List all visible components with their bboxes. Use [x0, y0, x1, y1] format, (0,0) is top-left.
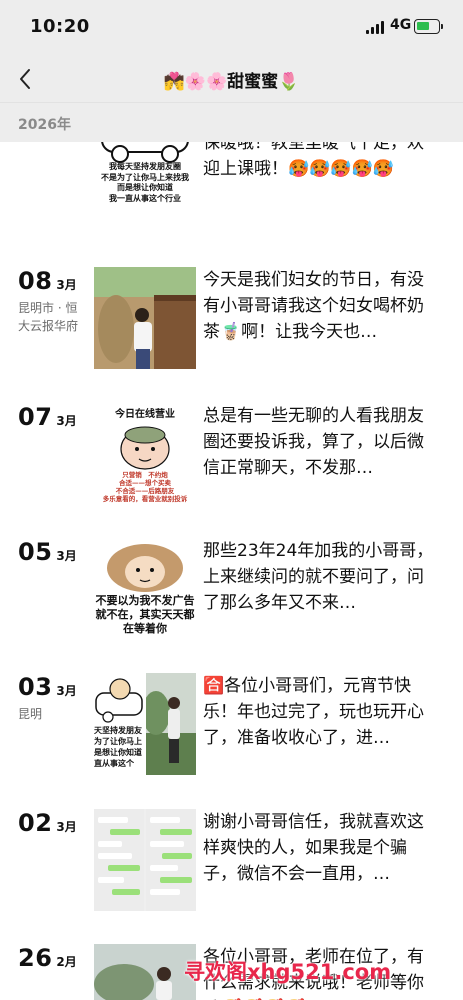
post-month: 3月	[56, 414, 77, 428]
outdoor-photo	[94, 944, 196, 1000]
car-meme-image	[95, 678, 143, 723]
post-thumbnail[interactable]: 不要以为我不发广告就不在，其实天天都在等着你	[94, 538, 196, 640]
post-text: 那些23年24年加我的小哥哥，上来继续问的就不要问了，问了那么多年又不来…	[203, 541, 434, 613]
meme-caption-bottom: 只营销 不约炮 合适——想个买卖 不合适——后路朋友 多乐意看的，看营业就别投诉	[102, 471, 188, 503]
post-day: 26	[18, 944, 53, 972]
post-date: 02 3月	[18, 809, 77, 837]
post-item[interactable]: 05 3月 不要以为我不发广告就不在，其实天天都在等着你 那些23年24年加我的小…	[0, 538, 463, 642]
post-item[interactable]: 08 3月 昆明市 · 恒大云报华府 今天是我们妇女的节日，有没有小哥哥请我这个妇…	[0, 267, 463, 371]
post-location: 昆明市 · 恒大云报华府	[18, 301, 79, 333]
car-meme-image	[101, 142, 189, 163]
post-day: 03	[18, 673, 53, 701]
meme-caption: 不要以为我不发广告就不在，其实天天都在等着你	[95, 594, 195, 635]
post-date: 03 3月	[18, 673, 77, 701]
signal-icon	[366, 21, 386, 34]
post-text: 今天天气转凉，各位同学注意保暖哦！教室里暖气十足，欢迎上课哦！🥵🥵🥵🥵🥵	[203, 142, 424, 179]
post-day: 05	[18, 538, 53, 566]
network-type: 4G	[390, 17, 412, 33]
post-day: 07	[18, 403, 53, 431]
post-day: 08	[18, 267, 53, 295]
post-date: 05 3月	[18, 538, 77, 566]
post-thumbnail[interactable]: 今日在线营业 只营销 不约炮 合适——想个买卖 不合适——后路朋友 多乐意看的，看营业…	[94, 403, 196, 505]
post-thumbnail[interactable]	[94, 944, 196, 1000]
year-label: 2026年	[18, 117, 71, 133]
meme-caption: 天坚持发朋友 为了让你马上 是想让你知道 直从事这个	[94, 726, 142, 768]
post-item[interactable]: 07 3月 今日在线营业 只营销 不约炮 合适——想个买卖 不合适——后路朋友 多乐意看…	[0, 403, 463, 507]
chat-screenshots-image	[94, 809, 196, 911]
meme-caption-top: 今日在线营业	[115, 409, 175, 420]
moments-feed[interactable]: 我每天坚持发朋友圈不是为了让你马上来找我而是想让你知道我一直从事这个行业 今天天…	[0, 142, 463, 1000]
post-date: 07 3月	[18, 403, 77, 431]
post-text: 总是有一些无聊的人看我朋友圈还要投诉我，算了，以后微信正常聊天，不发那…	[203, 406, 424, 478]
status-time: 10:20	[30, 16, 90, 37]
year-header: 2026年	[0, 102, 463, 142]
post-month: 3月	[56, 820, 77, 834]
thumb-image-left: 天坚持发朋友 为了让你马上 是想让你知道 直从事这个	[94, 673, 144, 775]
post-item[interactable]: 02 3月 谢谢小哥哥信任，我就喜欢这样爽快的人，如果我是个骗子，微信不会一直用…	[0, 809, 463, 913]
status-bar: 10:20 4G	[0, 0, 463, 56]
post-thumbnail[interactable]: 我每天坚持发朋友圈 不是为了让你马上来找我 而是想让你知道 我一直从事这个行业	[94, 142, 196, 206]
outdoor-photo	[94, 267, 196, 369]
post-month: 3月	[56, 684, 77, 698]
post-location: 昆明	[18, 707, 43, 721]
meme-caption: 我每天坚持发朋友圈 不是为了让你马上来找我 而是想让你知道 我一直从事这个行业	[101, 162, 189, 203]
post-day: 02	[18, 809, 53, 837]
hedgehog-meme-image	[107, 544, 183, 592]
cartoon-face-image	[120, 426, 170, 470]
post-month: 3月	[56, 549, 77, 563]
garden-photo	[146, 673, 196, 775]
post-text: 今天是我们妇女的节日，有没有小哥哥请我这个妇女喝杯奶茶🧋啊！让我今天也…	[203, 270, 424, 342]
post-month: 2月	[56, 955, 77, 969]
post-text: 🈴各位小哥哥们，元宵节快乐！年也过完了，玩也玩开心了，准备收收心了，进…	[203, 676, 424, 748]
post-thumbnail[interactable]	[94, 267, 196, 369]
page-title: 💏🌸🌸甜蜜蜜🌷	[163, 72, 300, 92]
watermark-text: 寻欢阁xhg521.com	[184, 960, 392, 984]
post-date: 08 3月	[18, 267, 77, 295]
post-thumbnail[interactable]	[94, 809, 196, 911]
battery-tip	[441, 24, 443, 29]
nav-bar: 💏🌸🌸甜蜜蜜🌷	[0, 56, 463, 102]
post-date: 26 2月	[18, 944, 77, 972]
thumb-image-right	[146, 673, 196, 775]
battery-icon	[414, 19, 440, 34]
post-item[interactable]: 03 3月 昆明 天坚持发朋友 为了让你马上 是想让你知道 直从事这个 🈴各位小…	[0, 673, 463, 777]
post-text: 谢谢小哥哥信任，我就喜欢这样爽快的人，如果我是个骗子，微信不会一直用，…	[203, 812, 424, 884]
post-month: 3月	[56, 278, 77, 292]
post-thumbnail[interactable]: 天坚持发朋友 为了让你马上 是想让你知道 直从事这个	[94, 673, 196, 775]
post-item[interactable]: 我每天坚持发朋友圈不是为了让你马上来找我而是想让你知道我一直从事这个行业 今天天…	[0, 142, 463, 240]
